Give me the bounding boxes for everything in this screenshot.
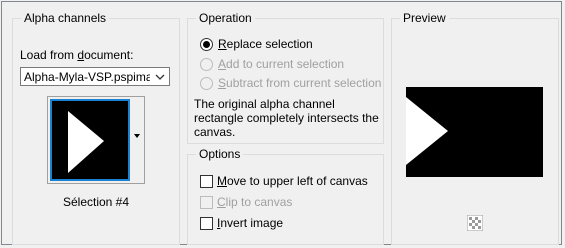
move-to-upper-left-label: Move to upper left of canvas xyxy=(217,174,368,188)
radio-icon xyxy=(200,77,213,90)
checkbox-icon xyxy=(200,175,213,188)
preview-canvas xyxy=(406,87,543,177)
selection-shape-thumbnail xyxy=(68,111,104,173)
preview-selection-shape xyxy=(406,97,448,165)
preview-group: Preview xyxy=(391,11,559,245)
selection-caption: Sélection #4 xyxy=(62,195,130,209)
document-select-value: Alpha-Myla-VSP.pspimage xyxy=(24,70,150,84)
invert-image-label: Invert image xyxy=(217,216,284,230)
options-title: Options xyxy=(196,147,244,162)
preview-title: Preview xyxy=(400,11,449,26)
subtract-from-selection-label: Subtract from current selection xyxy=(218,76,382,90)
alpha-channel-thumbnail-picker[interactable] xyxy=(47,96,145,184)
clip-to-canvas-label: Clip to canvas xyxy=(217,195,293,209)
replace-selection-label: Replace selection xyxy=(218,37,313,51)
alpha-channel-thumbnail xyxy=(50,99,130,181)
document-select[interactable]: Alpha-Myla-VSP.pspimage xyxy=(20,67,170,86)
radio-selected-icon xyxy=(200,38,213,51)
options-group: Options Move to upper left of canvas Cli… xyxy=(187,147,384,245)
triangle-down-icon xyxy=(134,134,140,138)
radio-icon xyxy=(200,58,213,71)
alpha-channels-group: Alpha channels Load from document: Alpha… xyxy=(12,11,180,245)
add-to-selection-label: Add to current selection xyxy=(218,57,345,71)
chevron-down-icon xyxy=(155,74,165,80)
alpha-channels-title: Alpha channels xyxy=(21,11,110,26)
load-from-document-label: Load from document: xyxy=(20,48,134,62)
transparency-checker-icon[interactable] xyxy=(467,215,483,231)
thumbnail-dropdown-button[interactable] xyxy=(131,99,143,181)
operation-title: Operation xyxy=(196,11,255,26)
operation-group: Operation Replace selection Add to curre… xyxy=(187,11,384,144)
checkbox-icon xyxy=(200,217,213,230)
operation-description: The original alpha channel rectangle com… xyxy=(194,97,379,139)
load-selection-dialog: Alpha channels Load from document: Alpha… xyxy=(1,1,562,245)
checkbox-icon xyxy=(200,196,213,209)
